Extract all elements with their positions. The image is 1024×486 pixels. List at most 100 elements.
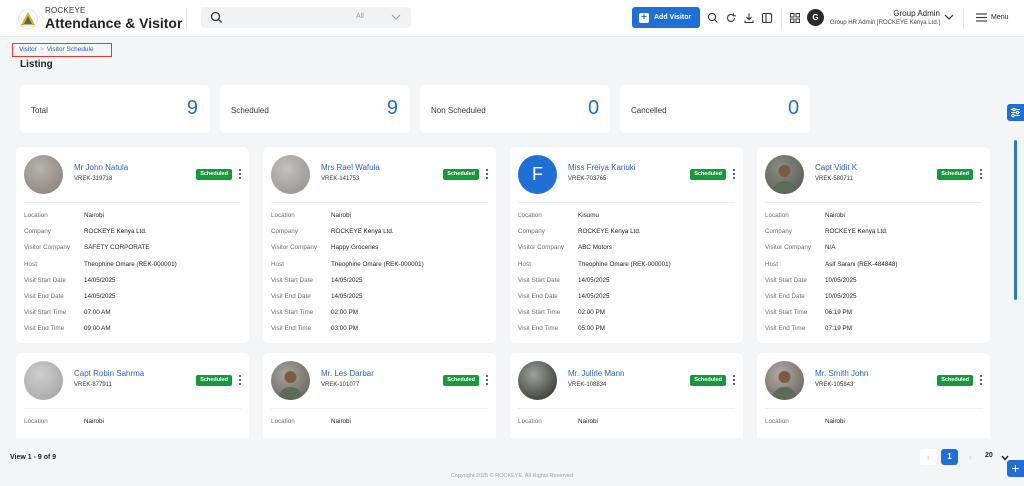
search-icon[interactable] <box>707 12 719 24</box>
pagination-summary: View 1 - 9 of 9 <box>10 454 57 461</box>
breadcrumb-visitor-schedule[interactable]: Visitor Schedule <box>47 46 94 53</box>
visitor-id: VREK-877911 <box>74 382 112 388</box>
more-vertical-icon[interactable] <box>979 374 983 386</box>
layout-icon[interactable] <box>761 12 773 24</box>
visitor-name-link[interactable]: Capt Vidit K <box>815 163 857 172</box>
field-value: 14/05/2025 <box>578 276 610 284</box>
card-divider <box>271 408 488 409</box>
field-value: Nairobi <box>578 418 598 425</box>
visitor-name-link[interactable]: Mr John Natula <box>74 163 128 172</box>
status-badge: Scheduled <box>196 375 232 386</box>
card-divider <box>24 202 241 203</box>
more-vertical-icon[interactable] <box>732 168 736 180</box>
filter-button[interactable] <box>1007 104 1024 121</box>
rockeye-logo-icon <box>18 9 38 29</box>
more-vertical-icon[interactable] <box>732 374 736 386</box>
visitor-card[interactable]: Mrs Rael Wafula VREK-141753 Scheduled Locat… <box>263 147 496 343</box>
more-vertical-icon[interactable] <box>979 168 983 180</box>
visitor-id: VREK-703765 <box>568 176 607 182</box>
visitor-field-visit-start-time: Visit Start Time 06:19 PM <box>765 309 852 319</box>
chevron-down-icon[interactable] <box>944 13 954 21</box>
breadcrumb-separator: > <box>39 46 44 53</box>
copyright-text: Copyright 2025 © ROCKEYE. All Rights Res… <box>450 473 574 479</box>
stat-card-scheduled[interactable]: Scheduled 9 <box>220 85 410 133</box>
stat-label: Non Scheduled <box>431 106 486 115</box>
visitor-card[interactable]: Capt Vidit K VREK-580711 Scheduled Location… <box>757 147 990 343</box>
visitor-field-location: Location Nairobi <box>24 418 104 428</box>
search-scope-select[interactable]: All <box>356 13 364 20</box>
field-value: 14/05/2025 <box>84 293 116 300</box>
field-label: Company <box>24 228 51 236</box>
visitor-id: VREK-319718 <box>74 176 113 182</box>
pagination-prev-button[interactable]: ‹ <box>920 449 937 465</box>
visitor-avatar <box>518 361 557 400</box>
field-value: Nairobi <box>84 418 104 425</box>
field-value: 09:00 AM <box>84 325 111 333</box>
refresh-icon[interactable] <box>725 12 737 24</box>
visitor-card[interactable]: F Miss Freiya Kariuki VREK-703765 Scheduled… <box>510 147 743 343</box>
visitor-field-host: Host Theophine Omare (REK-000001) <box>24 261 177 271</box>
chevron-down-icon[interactable] <box>391 13 401 21</box>
field-label: Location <box>765 418 789 425</box>
status-badge: Scheduled <box>443 375 479 386</box>
visitor-name-link[interactable]: Miss Freiya Kariuki <box>568 163 636 172</box>
stat-card-non-scheduled[interactable]: Non Scheduled 0 <box>420 85 610 133</box>
visitor-field-location: Location Nairobi <box>518 418 598 428</box>
more-vertical-icon[interactable] <box>485 374 489 386</box>
field-value: N/A <box>825 244 836 252</box>
status-badge: Scheduled <box>196 169 232 180</box>
scrollbar-thumb[interactable] <box>1014 140 1017 300</box>
visitor-id: VREK-108834 <box>568 382 607 388</box>
page-size-select[interactable]: 20 <box>985 452 993 459</box>
visitor-card[interactable]: Mr. Julirle Mann VREK-108834 Scheduled Loca… <box>510 353 743 438</box>
visitor-field-visit-start-time: Visit Start Time 02:00 PM <box>518 309 605 319</box>
stat-card-total[interactable]: Total 9 <box>20 85 210 133</box>
apps-grid-icon[interactable] <box>789 12 801 24</box>
stat-card-cancelled[interactable]: Cancelled 0 <box>620 85 810 133</box>
visitor-field-company: Company ROCKEYE Kenya Ltd. <box>271 228 394 238</box>
visitor-card[interactable]: Capt Robin Sahrma VREK-877911 Scheduled Loc… <box>16 353 249 438</box>
menu-button[interactable]: Menu <box>991 14 1009 21</box>
more-vertical-icon[interactable] <box>485 168 489 180</box>
visitor-name-link[interactable]: Mr. Les Darbar <box>321 369 374 378</box>
visitor-avatar <box>271 155 310 194</box>
more-vertical-icon[interactable] <box>238 168 242 180</box>
field-value: ROCKEYE Kenya Ltd. <box>84 228 147 236</box>
visitor-card[interactable]: Mr. Les Darbar VREK-101077 Scheduled Locati… <box>263 353 496 438</box>
add-visitor-button[interactable]: + Add Visitor <box>632 7 700 28</box>
field-value: 07:19 PM <box>825 325 852 333</box>
breadcrumb-visitor[interactable]: Visitor <box>19 46 37 53</box>
visitor-field-visit-end-time: Visit End Time 07:19 PM <box>765 325 852 335</box>
visitor-name-link[interactable]: Mrs Rael Wafula <box>321 163 380 172</box>
status-badge: Scheduled <box>937 375 973 386</box>
card-divider <box>765 408 982 409</box>
hamburger-icon[interactable] <box>976 13 987 22</box>
more-vertical-icon[interactable] <box>238 374 242 386</box>
field-label: Visit End Date <box>765 293 805 300</box>
field-value: Theophine Omare (REK-000001) <box>84 260 177 268</box>
visitor-name-link[interactable]: Mr. Smith John <box>815 369 868 378</box>
download-icon[interactable] <box>743 12 755 24</box>
visitor-field-visit-start-date: Visit Start Date 14/05/2025 <box>518 277 610 287</box>
visitor-name-link[interactable]: Mr. Julirle Mann <box>568 369 624 378</box>
global-search[interactable]: All <box>201 7 411 28</box>
visitor-name-link[interactable]: Capt Robin Sahrma <box>74 369 144 378</box>
status-badge: Scheduled <box>937 169 973 180</box>
pagination-next-button[interactable]: › <box>962 449 979 465</box>
field-value: Theophine Omare (REK-000001) <box>331 260 424 268</box>
visitor-field-visit-start-date: Visit Start Date 14/05/2025 <box>24 277 116 287</box>
user-avatar[interactable]: G <box>807 9 824 26</box>
field-label: Location <box>765 212 789 219</box>
field-label: Visit End Time <box>765 325 806 333</box>
visitor-card[interactable]: Mr. Smith John VREK-105843 Scheduled Locati… <box>757 353 990 438</box>
field-value: ABC Motors <box>578 244 612 252</box>
user-name[interactable]: Group Admin <box>893 9 940 18</box>
visitor-field-visit-end-date: Visit End Date 10/05/2025 <box>765 293 857 303</box>
stat-label: Cancelled <box>631 106 667 115</box>
visitor-field-visitor-company: Visitor Company N/A <box>765 244 836 254</box>
stat-label: Total <box>31 106 48 115</box>
pagination-page-1[interactable]: 1 <box>941 449 958 465</box>
breadcrumb: Visitor > Visitor Schedule <box>12 43 112 57</box>
visitor-card[interactable]: Mr John Natula VREK-319718 Scheduled Locati… <box>16 147 249 343</box>
add-fab-button[interactable]: + <box>1007 460 1024 477</box>
